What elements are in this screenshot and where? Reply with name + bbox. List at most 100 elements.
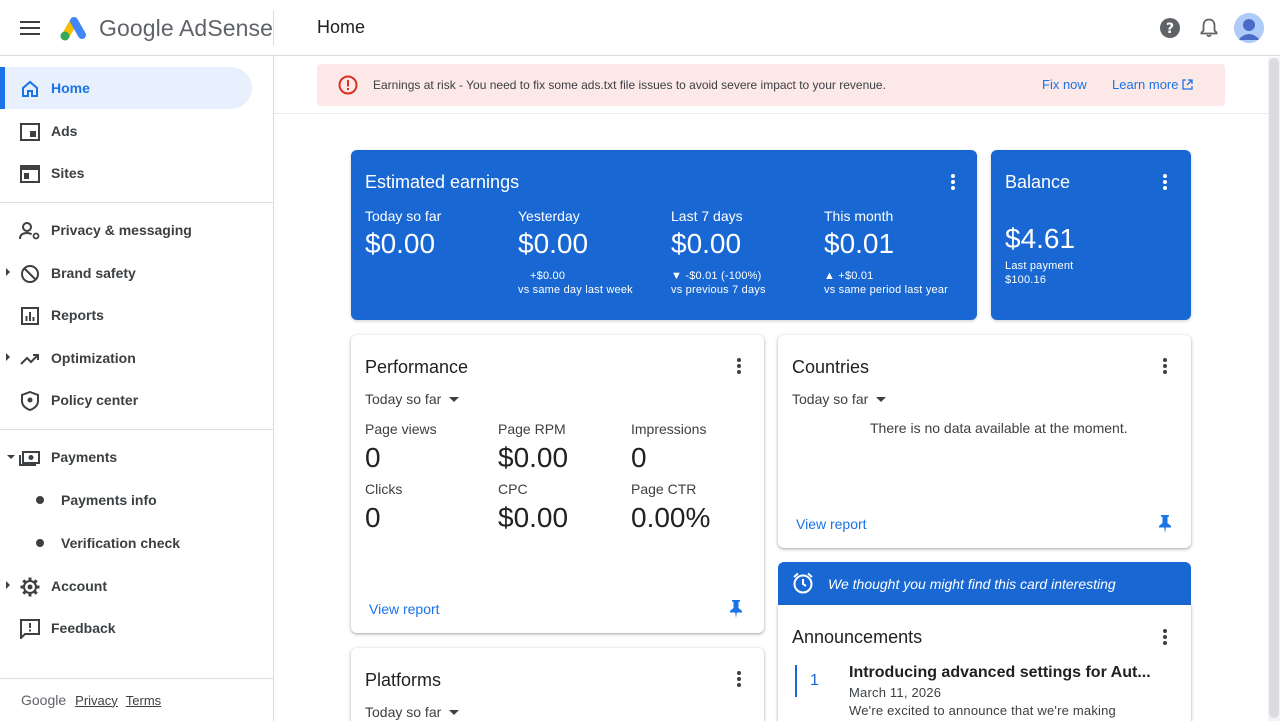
more-vert-icon — [1163, 174, 1167, 190]
performance-more-button[interactable] — [727, 354, 751, 378]
platforms-title: Platforms — [365, 670, 442, 690]
metric-clicks: Clicks 0 — [365, 481, 402, 534]
balance-card: Balance $4.61 Last payment $100.16 — [991, 150, 1191, 320]
announcement-number: 1 — [810, 672, 819, 689]
metric-value: $0.00 — [498, 442, 569, 473]
performance-pin-button[interactable] — [729, 599, 749, 619]
performance-range-dropdown[interactable]: Today so far — [365, 391, 460, 407]
sidebar: Home Ads Sites Privacy & messaging Brand… — [0, 56, 274, 721]
earnings-delta: ▼ -$0.01 (-100%) vs previous 7 days — [671, 269, 766, 297]
sidebar-item-reports[interactable]: Reports — [0, 294, 252, 336]
adsense-logo[interactable]: Google AdSense — [58, 12, 273, 44]
learn-more-link[interactable]: Learn more — [1112, 77, 1194, 92]
sidebar-item-label: Brand safety — [51, 265, 136, 281]
topbar-divider — [273, 10, 274, 46]
more-vert-icon — [737, 671, 741, 687]
terms-link[interactable]: Terms — [126, 693, 161, 708]
metric-label: Impressions — [631, 421, 707, 437]
last-payment-value: $100.16 — [1005, 274, 1047, 286]
last-payment: Last payment $100.16 — [1005, 259, 1073, 287]
sidebar-item-payments[interactable]: Payments — [0, 436, 252, 478]
sidebar-divider — [0, 429, 273, 430]
earnings-label: This month — [824, 208, 894, 224]
performance-view-report-link[interactable]: View report — [369, 601, 440, 617]
fix-now-button[interactable]: Fix now — [1042, 77, 1087, 92]
notifications-button[interactable] — [1194, 13, 1224, 43]
more-vert-icon — [1163, 358, 1167, 374]
sidebar-item-label: Feedback — [51, 620, 116, 636]
sidebar-item-privacy[interactable]: Privacy & messaging — [0, 209, 252, 251]
main-menu-button[interactable] — [14, 12, 46, 44]
performance-card: Performance Today so far Page views 0 Pa… — [351, 335, 764, 633]
countries-more-button[interactable] — [1153, 354, 1177, 378]
earnings-value: $0.00 — [671, 228, 742, 259]
sidebar-item-verification-check[interactable]: Verification check — [0, 522, 252, 564]
earnings-column-today: Today so far $0.00 — [365, 208, 441, 260]
sidebar-item-brand-safety[interactable]: Brand safety — [0, 252, 252, 294]
sidebar-item-policy-center[interactable]: Policy center — [0, 379, 252, 421]
account-avatar[interactable] — [1234, 13, 1264, 43]
privacy-icon — [19, 220, 41, 242]
privacy-link[interactable]: Privacy — [75, 693, 118, 708]
ads-icon — [19, 121, 41, 143]
countries-pin-button[interactable] — [1158, 514, 1178, 534]
sidebar-item-optimization[interactable]: Optimization — [0, 337, 252, 379]
countries-card: Countries Today so far There is no data … — [778, 335, 1191, 548]
metric-value: $0.00 — [498, 502, 569, 533]
metric-value: 0 — [631, 442, 647, 473]
page-title: Home — [317, 17, 366, 37]
countries-range-dropdown[interactable]: Today so far — [792, 391, 887, 407]
expand-caret-icon — [6, 268, 10, 276]
open-in-new-icon — [1182, 79, 1194, 90]
more-vert-icon — [951, 174, 955, 190]
learn-more-label: Learn more — [1112, 77, 1179, 92]
earnings-title: Estimated earnings — [365, 172, 520, 192]
sidebar-item-sites[interactable]: Sites — [0, 152, 252, 194]
alert-message: Earnings at risk - You need to fix some … — [373, 78, 886, 92]
clock-alert-icon — [793, 572, 813, 594]
sidebar-item-ads[interactable]: Ads — [0, 110, 252, 152]
sidebar-footer: Google Privacy Terms — [21, 692, 169, 708]
metric-value: 0 — [365, 442, 381, 473]
earnings-column-this-month: This month $0.01 ▲ +$0.01 vs same period … — [824, 208, 948, 297]
bullet-icon — [36, 496, 44, 504]
sidebar-item-feedback[interactable]: Feedback — [0, 607, 252, 649]
earnings-more-button[interactable] — [941, 170, 965, 194]
announcements-more-button[interactable] — [1153, 625, 1177, 649]
platforms-range-dropdown[interactable]: Today so far — [365, 704, 460, 720]
earnings-delta-value: ▲ +$0.01 — [824, 270, 874, 282]
announcement-title[interactable]: Introducing advanced settings for Aut... — [849, 664, 1151, 682]
performance-title: Performance — [365, 357, 469, 377]
announcements-title: Announcements — [792, 627, 923, 647]
range-label: Today so far — [792, 391, 869, 407]
sidebar-item-account[interactable]: Account — [0, 565, 252, 607]
earnings-delta-value: +$0.00 — [530, 270, 566, 282]
platforms-more-button[interactable] — [727, 667, 751, 691]
sidebar-item-label: Account — [51, 578, 107, 594]
earnings-value: $0.00 — [365, 228, 436, 259]
main-divider — [274, 113, 1268, 114]
main-scrollbar-thumb[interactable] — [1269, 58, 1279, 718]
hamburger-icon — [20, 21, 40, 35]
announcement-date: March 11, 2026 — [849, 685, 942, 700]
earnings-value: $0.00 — [518, 228, 589, 259]
pin-icon — [1159, 515, 1171, 533]
sidebar-item-payments-info[interactable]: Payments info — [0, 479, 252, 521]
balance-more-button[interactable] — [1153, 170, 1177, 194]
help-button[interactable]: ? — [1155, 13, 1185, 43]
sidebar-item-label: Home — [51, 80, 90, 96]
help-icon: ? — [1160, 18, 1180, 38]
more-vert-icon — [1163, 629, 1167, 645]
sidebar-item-label: Optimization — [51, 350, 136, 366]
trending-icon — [19, 348, 41, 370]
sites-icon — [19, 163, 41, 185]
svg-text:?: ? — [1166, 21, 1174, 37]
sidebar-item-label: Privacy & messaging — [51, 222, 192, 238]
platforms-card: Platforms Today so far — [351, 648, 764, 721]
earnings-column-yesterday: Yesterday $0.00 +$0.00 vs same day last w… — [518, 208, 633, 297]
metric-label: Page RPM — [498, 421, 566, 437]
google-wordmark: Google — [21, 692, 67, 708]
sidebar-item-home[interactable]: Home — [0, 67, 252, 109]
countries-view-report-link[interactable]: View report — [796, 516, 867, 532]
reports-icon — [19, 305, 41, 327]
